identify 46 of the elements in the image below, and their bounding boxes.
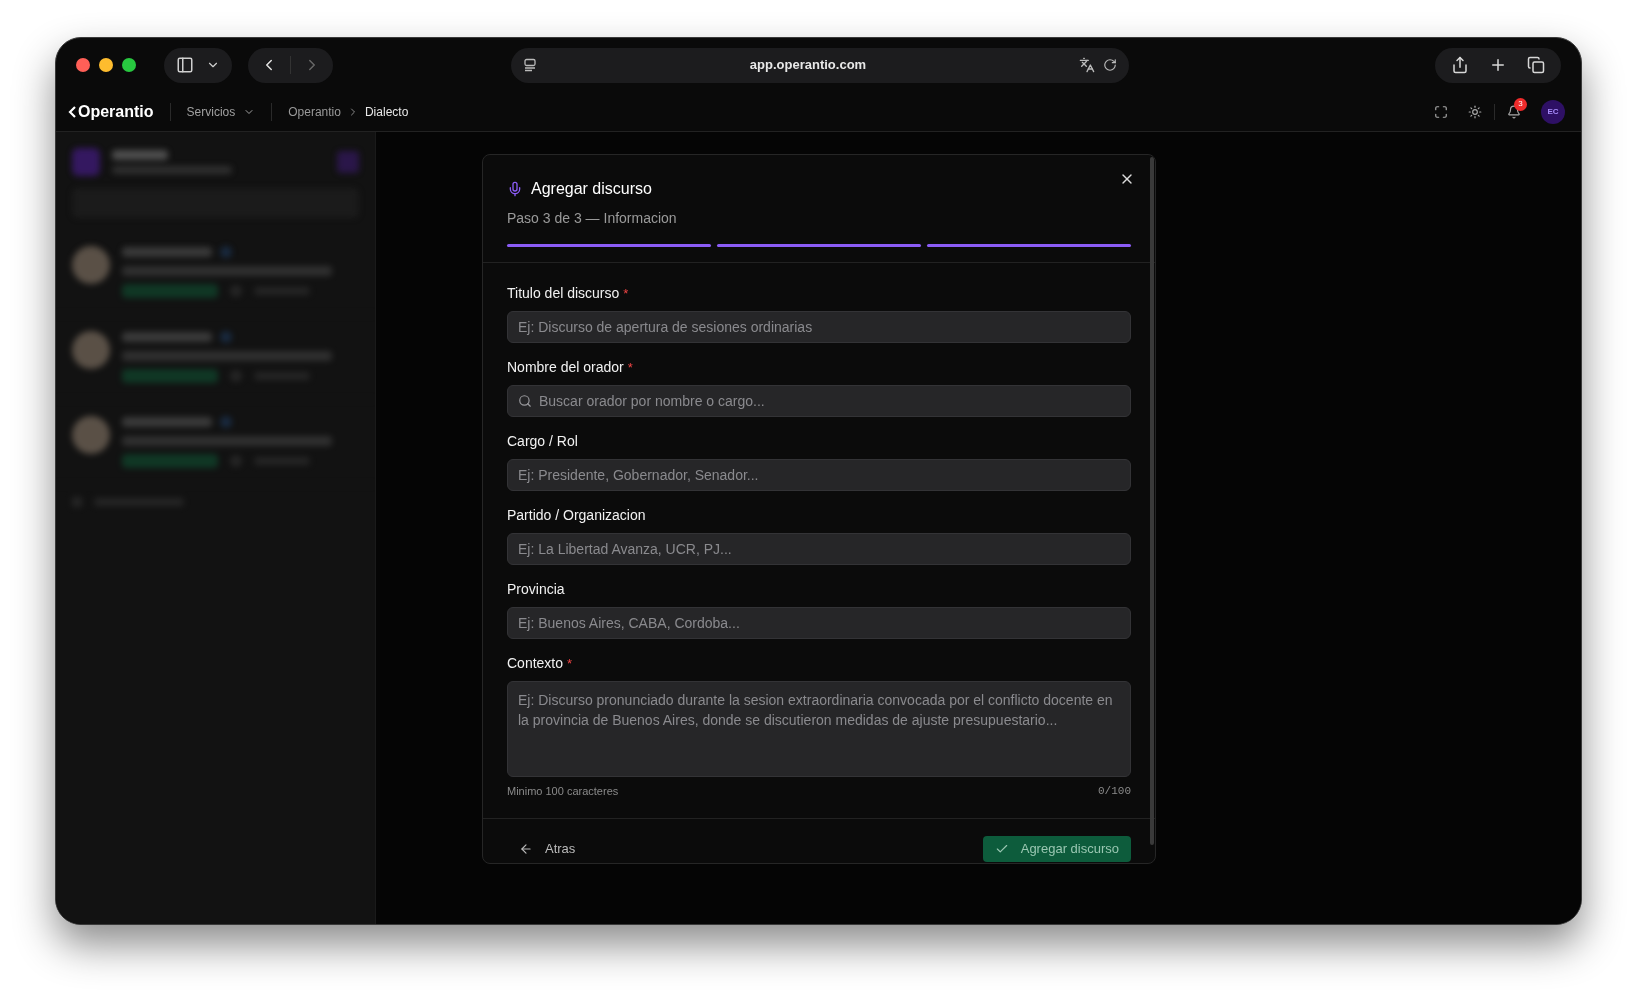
search-icon — [518, 394, 532, 408]
maximize-window-icon[interactable] — [122, 58, 136, 72]
sidebar-toggle-button[interactable] — [164, 47, 232, 83]
reload-icon[interactable] — [1103, 58, 1117, 72]
add-speech-button[interactable]: Agregar discurso — [982, 835, 1131, 862]
translate-icon[interactable] — [1079, 57, 1095, 73]
hint-text: Minimo 100 caracteres — [507, 784, 619, 799]
required-asterisk: * — [567, 654, 573, 673]
fullscreen-icon[interactable] — [1434, 104, 1448, 119]
field-label: Titulo del discurso — [507, 284, 620, 303]
input-field[interactable]: Ej: Buenos Aires, CABA, Cordoba... — [507, 607, 1131, 639]
breadcrumb-link[interactable]: Operantio — [288, 102, 341, 121]
url-text: app.operantio.com — [748, 56, 868, 75]
minimize-window-icon[interactable] — [99, 58, 113, 72]
breadcrumb-link[interactable]: Dialecto — [364, 102, 409, 121]
required-asterisk: * — [627, 358, 633, 377]
search-field[interactable]: Buscar orador por nombre o cargo... — [507, 385, 1131, 417]
field-label: Contexto — [507, 654, 564, 673]
operantio-logo[interactable]: Operantio — [68, 99, 154, 124]
input-field[interactable]: Ej: Discurso de apertura de sesiones ordinarias — [507, 311, 1131, 343]
close-window-icon[interactable] — [76, 58, 90, 72]
sidebar-icon — [176, 56, 194, 74]
services-menu[interactable]: Servicios — [186, 102, 256, 121]
logo-chevron-icon — [68, 104, 77, 119]
field-label: Provincia — [507, 580, 565, 599]
input-field[interactable]: Ej: La Libertad Avanza, UCR, PJ... — [507, 533, 1131, 565]
field-label: Cargo / Rol — [507, 432, 578, 451]
new-tab-icon[interactable] — [1489, 56, 1507, 74]
tabs-overview-icon[interactable] — [1527, 56, 1545, 74]
page-menu-icon[interactable] — [523, 58, 537, 72]
field-label: Nombre del orador — [507, 358, 624, 377]
dialog-title: Agregar discurso — [531, 179, 652, 199]
notification-count: 3 — [1514, 97, 1527, 111]
user-avatar[interactable]: EC — [1541, 99, 1565, 124]
microphone-icon — [507, 181, 523, 197]
address-bar[interactable]: app.operantio.com — [511, 47, 1129, 83]
required-asterisk: * — [623, 284, 629, 303]
field-label: Partido / Organizacion — [507, 506, 646, 525]
context-textarea[interactable]: Ej: Discurso pronunciado durante la sesion extraordinaria convocada por el conflicto docente en la provincia de Buenos Aires, donde se discutieron medidas de ajuste presupuestario... — [507, 681, 1131, 777]
input-field[interactable]: Ej: Presidente, Gobernador, Senador... — [507, 459, 1131, 491]
notifications-icon[interactable] — [1507, 104, 1521, 119]
theme-icon[interactable] — [1468, 104, 1482, 119]
character-counter: 0/100 — [1098, 784, 1131, 799]
share-icon[interactable] — [1451, 56, 1469, 74]
step-text: Paso 3 de 3 — Informacion — [507, 209, 678, 228]
back-button[interactable]: Atras — [507, 835, 588, 862]
